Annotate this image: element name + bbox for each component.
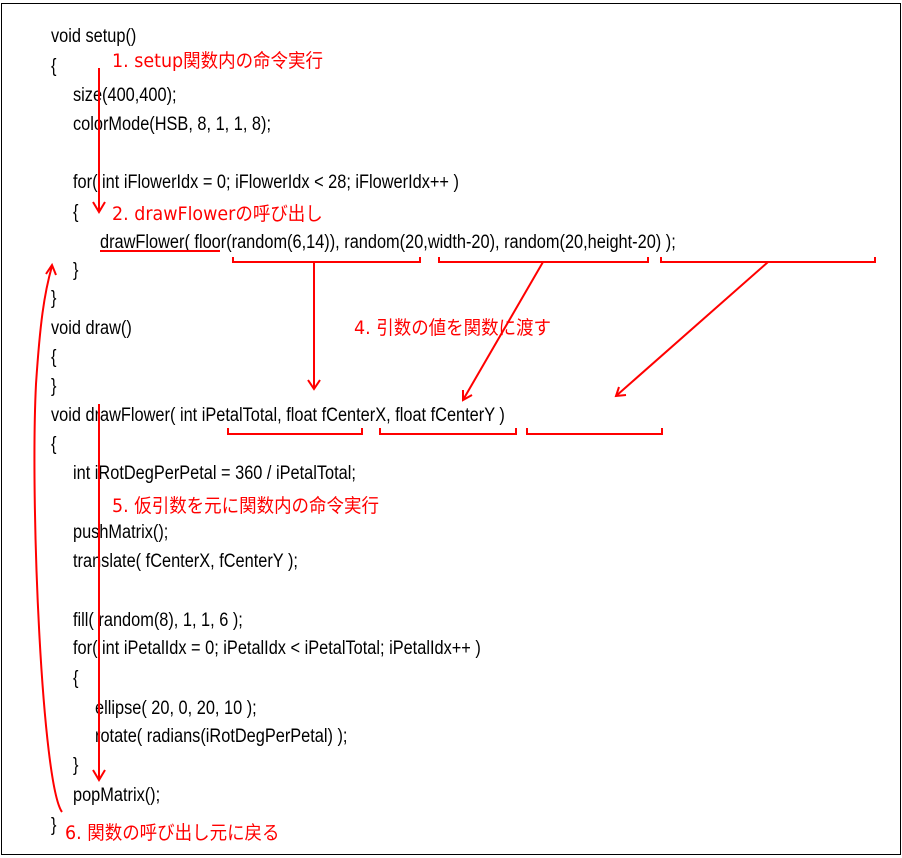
arrow-arg2 [462,261,544,402]
diagram-frame: void setup() { size(400,400); colorMode(… [1,3,901,855]
arrow-arg3 [614,261,769,398]
bracket-arg1 [232,257,421,263]
bracket-param3 [526,428,663,435]
bracket-param2 [379,428,517,435]
arrow-overlay [33,68,876,813]
arrow-arg1 [307,262,321,391]
bracket-param1 [227,428,363,435]
arrow-step1 [92,68,106,214]
bracket-arg2 [438,257,649,263]
arrow-step6-return [33,262,63,813]
arrow-step5 [92,404,106,782]
bracket-arg3 [660,257,876,263]
